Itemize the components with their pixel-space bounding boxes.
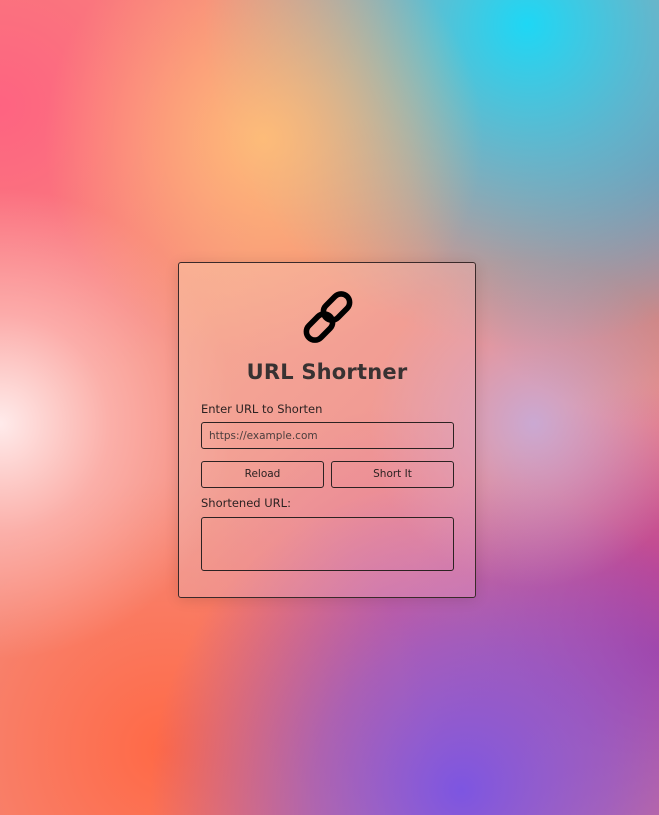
link-icon bbox=[303, 291, 353, 343]
page-background: { "app": { "title": "URL Shortner", "log… bbox=[0, 0, 659, 815]
short-it-button[interactable]: Short It bbox=[331, 461, 454, 488]
shortened-url-label: Shortened URL: bbox=[201, 496, 291, 510]
url-shortener-card: URL Shortner Enter URL to Shorten Reload… bbox=[178, 262, 476, 598]
reload-button[interactable]: Reload bbox=[201, 461, 324, 488]
app-title: URL Shortner bbox=[246, 360, 408, 384]
url-input-label: Enter URL to Shorten bbox=[201, 402, 323, 416]
shortened-url-output[interactable] bbox=[201, 517, 454, 571]
url-input[interactable] bbox=[201, 422, 454, 449]
